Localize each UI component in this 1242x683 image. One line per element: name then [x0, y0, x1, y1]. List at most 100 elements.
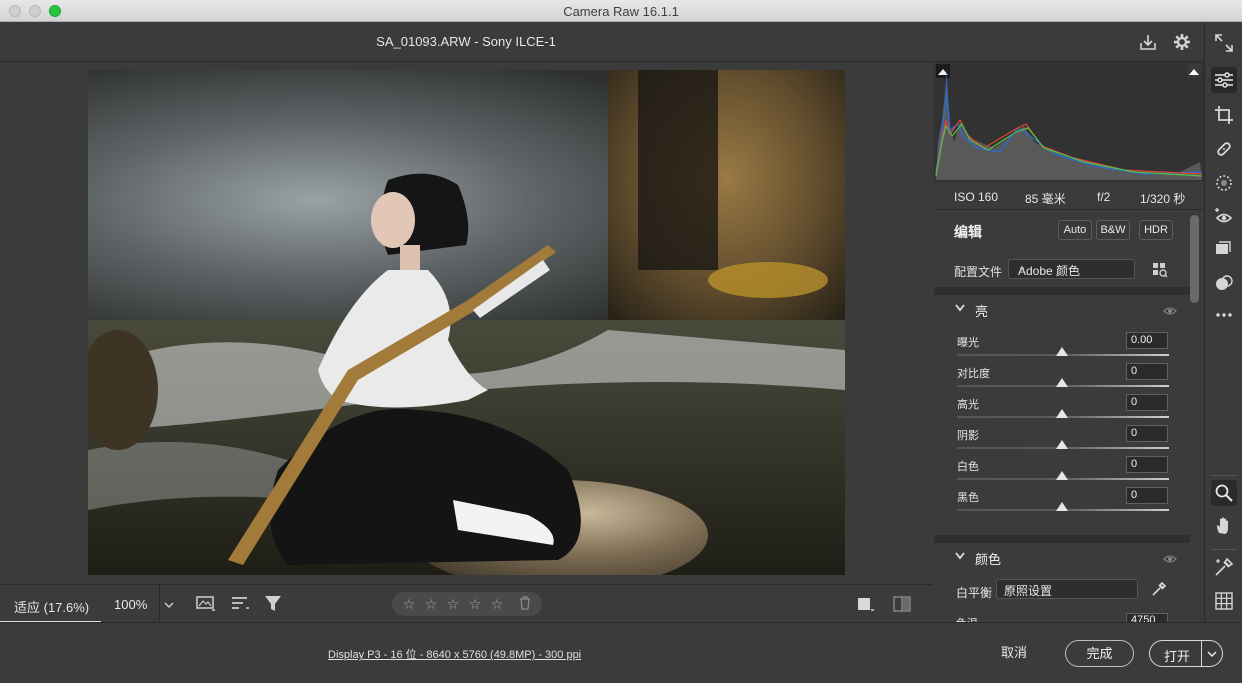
- hand-icon[interactable]: [1211, 513, 1237, 539]
- whites-thumb[interactable]: [1056, 471, 1068, 480]
- contrast-value-field[interactable]: 0: [1126, 363, 1168, 380]
- zoom-icon[interactable]: [1211, 480, 1237, 506]
- snapshots-icon[interactable]: [1211, 270, 1237, 296]
- document-header: SA_01093.ARW - Sony ILCE-1: [0, 22, 1204, 62]
- eye-icon[interactable]: [1163, 553, 1177, 563]
- color-sampler-icon[interactable]: [1211, 554, 1237, 580]
- blacks-slider[interactable]: 黑色 0: [934, 487, 1190, 520]
- settings-gear-icon[interactable]: [1171, 31, 1193, 53]
- crop-icon[interactable]: [1211, 102, 1237, 128]
- cancel-button[interactable]: 取消: [990, 641, 1038, 665]
- tool-rail: [1204, 22, 1242, 622]
- profile-select[interactable]: Adobe 颜色 ⌄: [1008, 259, 1135, 279]
- zoom-100-label: 100%: [114, 597, 148, 612]
- temperature-value-field[interactable]: 4750: [1126, 613, 1168, 622]
- exif-iso: ISO 160: [954, 190, 999, 204]
- highlights-value-field[interactable]: 0: [1126, 394, 1168, 411]
- color-section-title[interactable]: 颜色: [975, 549, 1001, 568]
- masking-icon[interactable]: [1211, 170, 1237, 196]
- chevron-down-icon[interactable]: [1205, 648, 1219, 660]
- photo-preview[interactable]: [88, 70, 845, 575]
- split-view-icon[interactable]: [892, 594, 914, 614]
- panel-divider: [934, 287, 1190, 295]
- view-toolbar: 适应 (17.6%) 100% ☆ ☆ ☆ ☆ ☆: [0, 584, 932, 623]
- star-icon[interactable]: ☆: [400, 595, 418, 613]
- chevron-down-icon[interactable]: [954, 551, 966, 564]
- contrast-slider[interactable]: 对比度 0: [934, 363, 1190, 396]
- whites-slider[interactable]: 白色 0: [934, 456, 1190, 489]
- profile-label: 配置文件: [954, 265, 1003, 279]
- sort-icon[interactable]: [230, 594, 252, 614]
- whites-value-field[interactable]: 0: [1126, 456, 1168, 473]
- contrast-thumb[interactable]: [1056, 378, 1068, 387]
- workflow-options-link[interactable]: Display P3 - 16 位 - 8640 x 5760 (49.8MP)…: [328, 646, 581, 662]
- zoom-100-button[interactable]: 100%: [101, 585, 159, 623]
- edit-sliders-icon[interactable]: [1211, 67, 1237, 93]
- exposure-value-field[interactable]: 0.00: [1126, 332, 1168, 349]
- title-bar: Camera Raw 16.1.1: [0, 0, 1242, 22]
- exif-shutter: 1/320 秒: [1140, 192, 1186, 206]
- more-icon[interactable]: [1211, 302, 1237, 328]
- zoom-fit-button[interactable]: 适应 (17.6%): [0, 585, 101, 623]
- star-icon[interactable]: ☆: [444, 595, 462, 613]
- highlights-slider[interactable]: 高光 0: [934, 394, 1190, 427]
- zoom-dropdown-button[interactable]: [159, 585, 177, 623]
- star-icon[interactable]: ☆: [422, 595, 440, 613]
- fullscreen-icon[interactable]: [1211, 30, 1237, 56]
- camera-raw-window: Camera Raw 16.1.1 SA_01093.ARW - Sony IL…: [0, 0, 1242, 683]
- open-button-label: 打开: [1164, 649, 1191, 664]
- filter-icon[interactable]: [263, 594, 285, 614]
- star-icon[interactable]: ☆: [488, 595, 506, 613]
- blacks-thumb[interactable]: [1056, 502, 1068, 511]
- filename-label: SA_01093.ARW -: [376, 34, 483, 49]
- panel-scrollbar[interactable]: [1190, 215, 1199, 303]
- open-split-divider: [1201, 641, 1202, 666]
- shadows-label: 阴影: [957, 430, 979, 442]
- before-after-icon[interactable]: [855, 594, 877, 614]
- exif-focal-length: 85 毫米: [1025, 192, 1066, 206]
- rating-bar: ☆ ☆ ☆ ☆ ☆: [392, 592, 542, 616]
- edit-panel: 编辑 Auto B&W HDR 配置文件 Adobe 颜色 ⌄ 亮 曝光 0.0…: [934, 210, 1204, 622]
- shadows-slider[interactable]: 阴影 0: [934, 425, 1190, 458]
- shadows-value-field[interactable]: 0: [1126, 425, 1168, 442]
- chevron-down-icon[interactable]: [954, 303, 966, 316]
- auto-button[interactable]: Auto: [1058, 220, 1092, 240]
- star-icon[interactable]: ☆: [466, 595, 484, 613]
- rail-separator: [1211, 475, 1237, 476]
- contrast-label: 对比度: [957, 368, 990, 380]
- exif-bar: ISO 160 85 毫米 f/2 1/320 秒: [934, 182, 1204, 210]
- camera-model-label: Sony ILCE-1: [482, 34, 556, 49]
- save-icon[interactable]: [1137, 31, 1159, 53]
- rail-separator: [1211, 549, 1237, 550]
- chevron-down-icon: ⌄: [1004, 582, 1013, 593]
- profile-browser-icon[interactable]: [1152, 262, 1168, 278]
- file-info: SA_01093.ARW - Sony ILCE-1: [0, 34, 932, 49]
- exposure-slider[interactable]: 曝光 0.00: [934, 332, 1190, 365]
- highlights-label: 高光: [957, 399, 979, 411]
- white-balance-select[interactable]: 原照设置 ⌄: [996, 579, 1138, 599]
- done-button[interactable]: 完成: [1065, 640, 1134, 667]
- image-canvas[interactable]: [0, 62, 932, 584]
- bw-button[interactable]: B&W: [1096, 220, 1130, 240]
- blacks-value-field[interactable]: 0: [1126, 487, 1168, 504]
- shadows-thumb[interactable]: [1056, 440, 1068, 449]
- grid-icon[interactable]: [1211, 588, 1237, 614]
- blacks-label: 黑色: [957, 492, 979, 504]
- eye-icon[interactable]: [1163, 305, 1177, 315]
- eyedropper-icon[interactable]: [1150, 580, 1168, 598]
- open-button[interactable]: 打开: [1149, 640, 1223, 667]
- histogram[interactable]: [934, 62, 1204, 182]
- filmstrip-icon[interactable]: [195, 594, 217, 614]
- trash-icon[interactable]: [516, 595, 534, 613]
- exposure-thumb[interactable]: [1056, 347, 1068, 356]
- light-section-title[interactable]: 亮: [975, 301, 988, 320]
- redeye-icon[interactable]: [1211, 204, 1237, 230]
- healing-icon[interactable]: [1211, 136, 1237, 162]
- white-balance-label: 白平衡: [956, 586, 993, 600]
- hdr-button[interactable]: HDR: [1139, 220, 1173, 240]
- whites-label: 白色: [957, 461, 979, 473]
- highlights-thumb[interactable]: [1056, 409, 1068, 418]
- window-title: Camera Raw 16.1.1: [563, 4, 679, 19]
- chevron-down-icon: [164, 602, 174, 608]
- presets-icon[interactable]: [1211, 236, 1237, 262]
